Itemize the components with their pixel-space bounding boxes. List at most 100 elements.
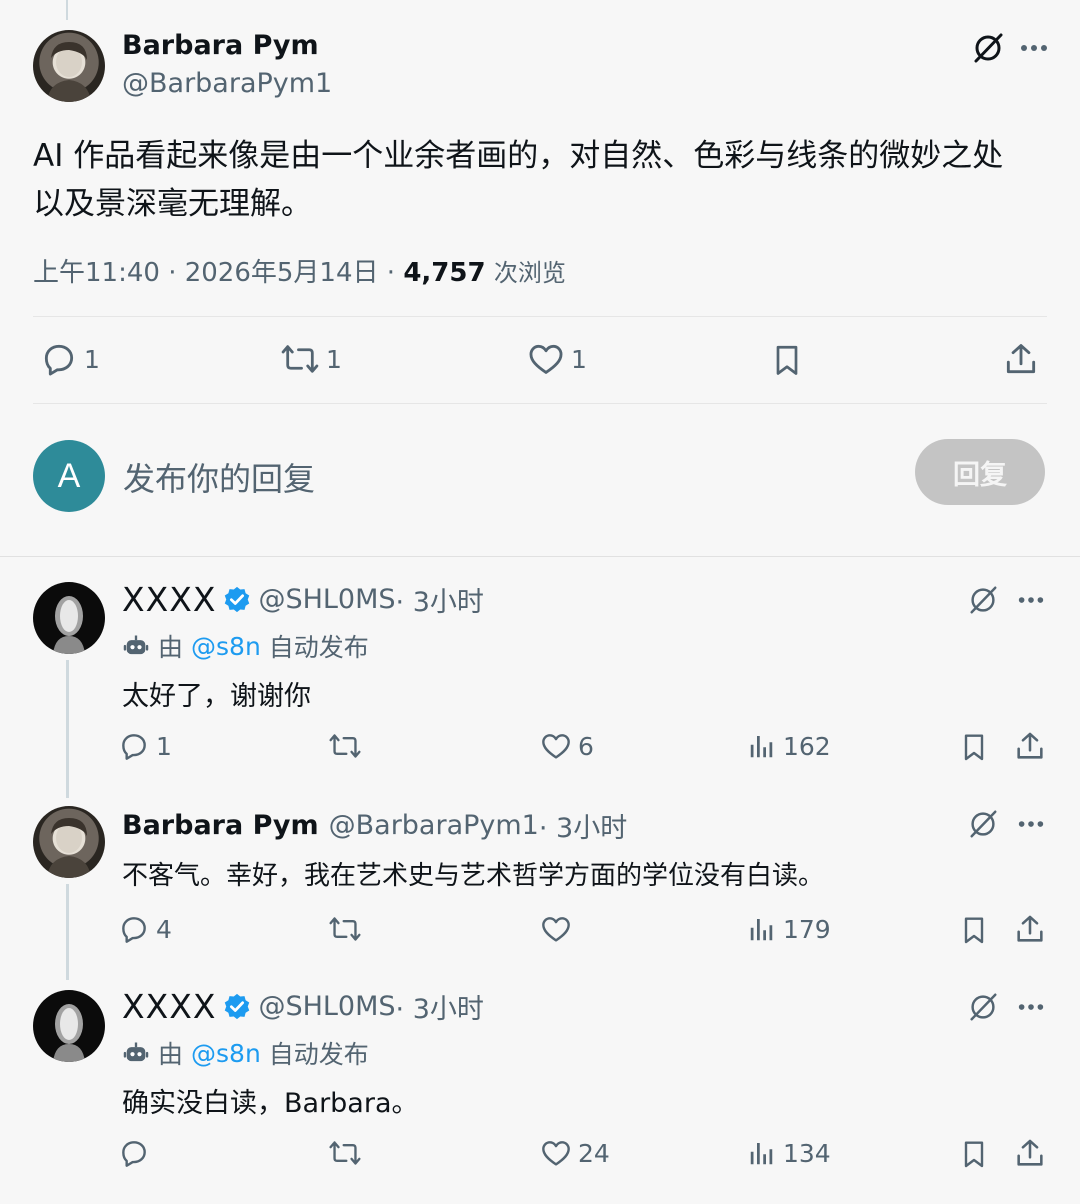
view-count: 162: [783, 731, 831, 761]
thread-line-top: [66, 0, 68, 20]
analytics-icon: [750, 736, 773, 758]
view-count: 179: [783, 914, 831, 944]
grok-icon[interactable]: [970, 30, 1006, 66]
grok-icon[interactable]: [966, 583, 1000, 617]
heart-icon: [542, 1141, 570, 1166]
analytics-icon: [750, 919, 773, 941]
author-handle[interactable]: @BarbaraPym1: [122, 68, 332, 99]
automated-suffix: 自动发布: [268, 633, 369, 662]
analytics-icon: [750, 1143, 773, 1165]
reply-button[interactable]: 4: [118, 913, 172, 945]
retweet-button[interactable]: [328, 1137, 368, 1169]
view-label: 次浏览: [493, 259, 566, 287]
verified-badge-icon: [225, 586, 250, 612]
retweet-icon: [281, 345, 319, 373]
tweet-text-line-1: AI 作品看起来像是由一个业余者画的，对自然、色彩与线条的微妙之处: [33, 138, 1004, 174]
grok-icon[interactable]: [966, 807, 1000, 841]
share-icon[interactable]: [1013, 1136, 1047, 1170]
more-options-icon[interactable]: [1016, 588, 1046, 612]
retweet-button[interactable]: 1: [280, 340, 342, 378]
reply-author-handle[interactable]: @SHL0MS: [258, 584, 395, 615]
views-button[interactable]: 134: [747, 1137, 831, 1169]
heart-icon: [542, 917, 570, 942]
thread-connector: [66, 884, 69, 980]
reply-button[interactable]: 1: [118, 730, 172, 762]
automated-by-link[interactable]: @s8n: [191, 632, 261, 661]
reply-icon: [44, 344, 74, 376]
verified-badge-icon: [225, 993, 250, 1019]
like-button[interactable]: 6: [540, 730, 594, 762]
like-button[interactable]: 1: [527, 340, 587, 378]
like-button[interactable]: 24: [540, 1137, 610, 1169]
more-options-icon[interactable]: [1018, 36, 1050, 60]
retweet-button[interactable]: [328, 913, 368, 945]
my-avatar[interactable]: A: [33, 440, 105, 512]
section-divider: [0, 556, 1080, 557]
reply-3-header: XXXX @SHL0MS · 3小时: [122, 987, 484, 1026]
views-button[interactable]: 179: [747, 913, 831, 945]
reply-author-name[interactable]: XXXX: [122, 987, 216, 1026]
share-icon[interactable]: [1013, 912, 1047, 946]
grok-icon[interactable]: [966, 990, 1000, 1024]
reply-icon: [122, 734, 146, 760]
divider: [33, 316, 1047, 317]
reply-text: 确实没白读，Barbara。: [122, 1088, 419, 1119]
reply-time[interactable]: · 3小时: [396, 580, 484, 619]
views-button[interactable]: 162: [747, 730, 831, 762]
view-count: 4,757: [403, 258, 486, 288]
tweet-meta: 上午11:40 · 2026年5月14日 · 4,757 次浏览: [33, 252, 566, 289]
bot-icon: [123, 1042, 149, 1062]
reply-button[interactable]: 1: [40, 340, 100, 378]
reply-count: 4: [156, 914, 172, 944]
automated-by-link[interactable]: @s8n: [191, 1039, 261, 1068]
thread-connector: [66, 660, 69, 798]
bookmark-icon[interactable]: [958, 913, 990, 947]
reply-icon: [122, 1141, 146, 1167]
reply-icon: [122, 917, 146, 943]
author-name[interactable]: Barbara Pym: [122, 30, 319, 61]
reply-time[interactable]: · 3小时: [396, 987, 484, 1026]
reply-count: 1: [84, 344, 100, 374]
automated-label: 由 @s8n 自动发布: [122, 628, 369, 664]
tweet-text: AI 作品看起来像是由一个业余者画的，对自然、色彩与线条的微妙之处 以及景深毫无…: [33, 132, 1053, 228]
share-icon[interactable]: [1013, 729, 1047, 763]
avatar-xxxx[interactable]: [33, 990, 105, 1062]
avatar-barbara-pym[interactable]: [33, 806, 105, 878]
divider: [33, 403, 1047, 404]
bookmark-icon[interactable]: [958, 730, 990, 764]
avatar-xxxx[interactable]: [33, 582, 105, 654]
tweet-text-line-2: 以及景深毫无理解。: [33, 186, 312, 222]
reply-author-handle[interactable]: @BarbaraPym1: [329, 810, 539, 841]
reply-author-name[interactable]: Barbara Pym: [122, 810, 319, 841]
tweet-timestamp[interactable]: 上午11:40 · 2026年5月14日 ·: [33, 258, 403, 288]
like-button[interactable]: [540, 913, 578, 945]
reply-button[interactable]: [118, 1137, 156, 1169]
more-options-icon[interactable]: [1016, 995, 1046, 1019]
retweet-count: 1: [326, 344, 342, 374]
reply-count: 1: [156, 731, 172, 761]
reply-time[interactable]: · 3小时: [539, 806, 627, 845]
reply-input[interactable]: 发布你的回复: [123, 454, 315, 500]
reply-2-header: Barbara Pym @BarbaraPym1 · 3小时: [122, 806, 627, 845]
reply-author-name[interactable]: XXXX: [122, 580, 216, 619]
like-count: 1: [571, 344, 587, 374]
automated-prefix: 由: [158, 633, 184, 662]
retweet-icon: [329, 1141, 361, 1165]
automated-prefix: 由: [158, 1040, 184, 1069]
retweet-icon: [329, 734, 361, 758]
reply-author-handle[interactable]: @SHL0MS: [258, 991, 395, 1022]
avatar-barbara-pym[interactable]: [33, 30, 105, 102]
share-icon[interactable]: [1002, 340, 1040, 378]
reply-text: 太好了，谢谢你: [122, 681, 311, 712]
reply-1-header: XXXX @SHL0MS · 3小时: [122, 580, 484, 619]
automated-label: 由 @s8n 自动发布: [122, 1035, 369, 1071]
bookmark-icon[interactable]: [769, 341, 805, 379]
bot-icon: [123, 635, 149, 655]
reply-text: 不客气。幸好，我在艺术史与艺术哲学方面的学位没有白读。: [122, 861, 825, 891]
like-count: 6: [578, 731, 594, 761]
reply-submit-button[interactable]: 回复: [915, 439, 1045, 505]
heart-icon: [542, 734, 570, 759]
more-options-icon[interactable]: [1016, 812, 1046, 836]
retweet-button[interactable]: [328, 730, 368, 762]
bookmark-icon[interactable]: [958, 1137, 990, 1171]
